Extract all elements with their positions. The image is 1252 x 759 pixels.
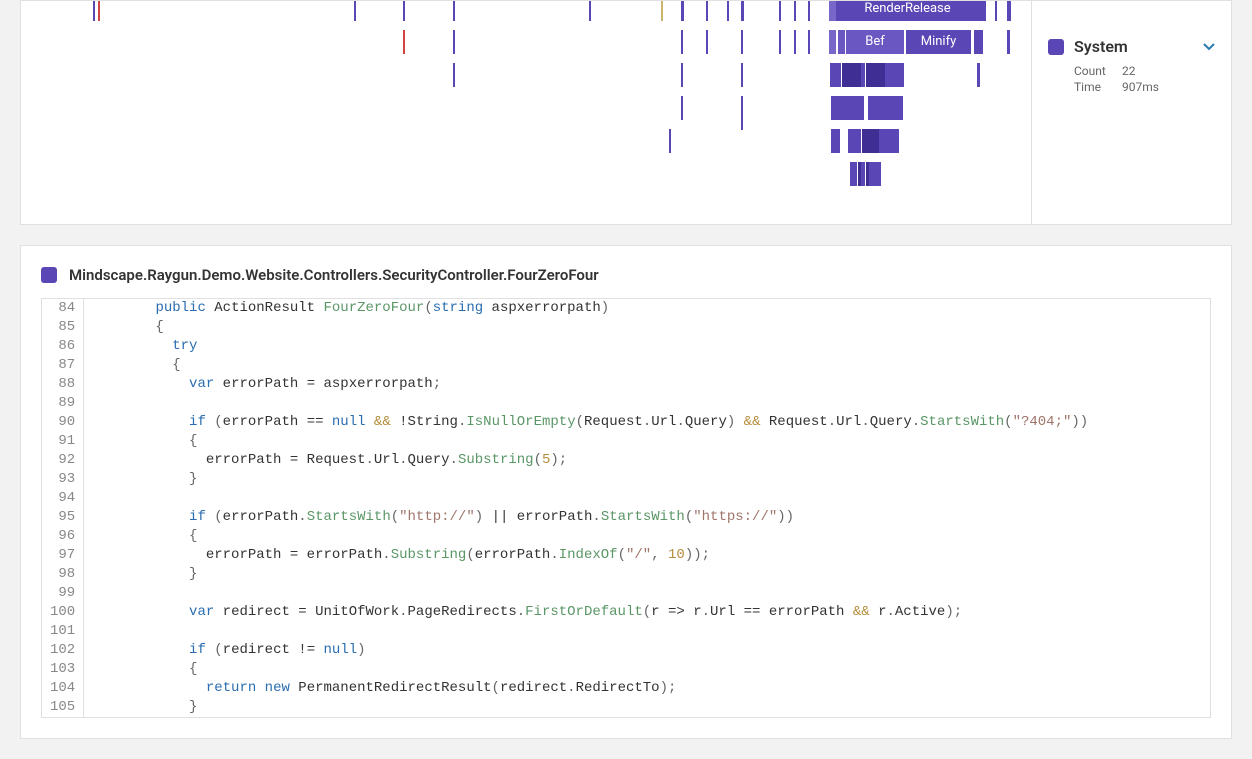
- flame-segment[interactable]: [857, 162, 861, 186]
- count-label: Count: [1074, 64, 1108, 78]
- category-color-swatch: [1048, 39, 1064, 55]
- flame-segment[interactable]: [830, 129, 840, 153]
- flame-segment[interactable]: [865, 162, 869, 186]
- flame-tick: [794, 1, 796, 21]
- flame-tick: [98, 1, 100, 21]
- code-title-row: Mindscape.Raygun.Demo.Website.Controller…: [41, 266, 1211, 284]
- flame-segment[interactable]: [841, 63, 861, 87]
- flame-tick: [779, 1, 781, 21]
- flame-tick: [741, 1, 744, 21]
- flame-sidebar: System Count 22 Time 907ms: [1031, 1, 1231, 224]
- line-gutter: 8485868788899091929394959697989910010110…: [42, 299, 84, 717]
- flame-tick: [727, 1, 729, 21]
- code-color-swatch: [41, 267, 57, 283]
- flame-tick: [681, 63, 683, 87]
- flame-tick: [661, 1, 663, 21]
- code-view: 8485868788899091929394959697989910010110…: [41, 298, 1211, 718]
- flame-segment[interactable]: [973, 30, 983, 54]
- flame-tick: [453, 30, 455, 54]
- flame-tick: [669, 129, 671, 153]
- flame-segment[interactable]: [861, 129, 879, 153]
- flame-tick: [681, 30, 683, 54]
- count-value: 22: [1122, 64, 1136, 78]
- flame-graph-panel: RenderRelease Bef Minify: [20, 0, 1232, 225]
- flame-tick: [808, 30, 810, 54]
- flame-tick: [779, 30, 781, 54]
- flame-tick: [741, 30, 743, 54]
- flame-block-renderrelease[interactable]: RenderRelease: [828, 1, 986, 21]
- flame-tick: [1007, 30, 1010, 54]
- flame-tick: [589, 1, 591, 21]
- flame-graph-area[interactable]: RenderRelease Bef Minify: [21, 1, 1031, 224]
- flame-block-minify[interactable]: Minify: [905, 30, 971, 54]
- flame-tick: [706, 30, 708, 54]
- flame-segment[interactable]: [976, 63, 980, 87]
- flame-tick: [741, 96, 743, 130]
- flame-segment[interactable]: [828, 1, 836, 21]
- flame-tick: [808, 1, 810, 21]
- chevron-down-icon: [1203, 40, 1215, 54]
- code-body[interactable]: public ActionResult FourZeroFour(string …: [84, 299, 1210, 717]
- flame-tick: [403, 30, 405, 54]
- time-value: 907ms: [1122, 80, 1159, 94]
- flame-tick: [453, 1, 455, 21]
- flame-tick: [995, 1, 997, 21]
- flame-segment[interactable]: [828, 30, 836, 54]
- flame-tick: [1007, 1, 1011, 21]
- code-title: Mindscape.Raygun.Demo.Website.Controller…: [69, 266, 599, 284]
- flame-tick: [93, 1, 95, 21]
- flame-segment[interactable]: [865, 63, 885, 87]
- category-stats: Count 22 Time 907ms: [1074, 64, 1215, 94]
- flame-tick: [354, 1, 356, 21]
- category-title: System: [1074, 37, 1128, 56]
- flame-segment[interactable]: [837, 30, 845, 54]
- code-panel: Mindscape.Raygun.Demo.Website.Controller…: [20, 245, 1232, 739]
- flame-tick: [403, 1, 405, 21]
- flame-tick: [706, 1, 708, 21]
- category-system[interactable]: System: [1048, 37, 1215, 56]
- flame-tick: [794, 30, 796, 54]
- flame-tick: [681, 96, 683, 120]
- flame-segment[interactable]: [830, 96, 864, 120]
- flame-segment[interactable]: [867, 96, 903, 120]
- flame-block-bef[interactable]: Bef: [845, 30, 904, 54]
- flame-tick: [741, 63, 743, 87]
- flame-tick: [681, 1, 684, 21]
- time-label: Time: [1074, 80, 1108, 94]
- flame-tick: [453, 63, 455, 87]
